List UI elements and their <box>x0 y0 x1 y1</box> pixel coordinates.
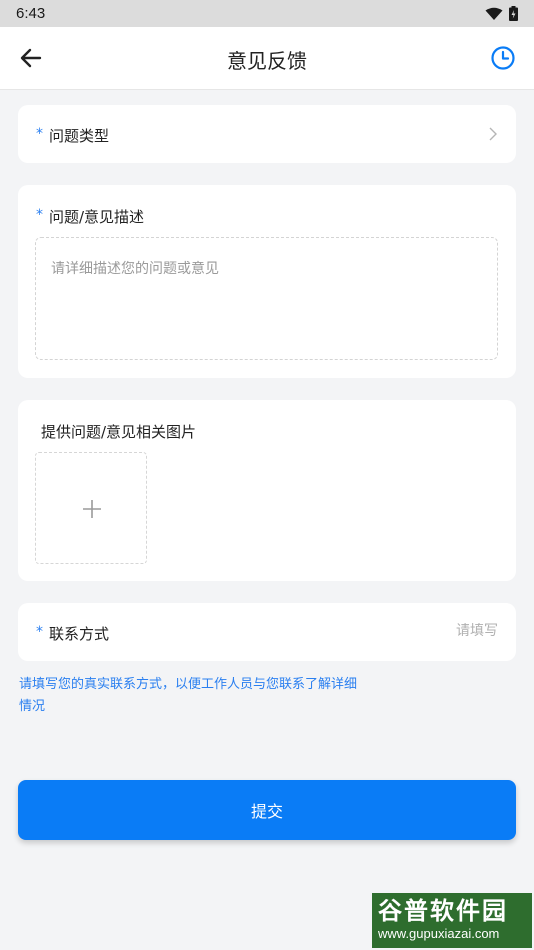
status-time: 6:43 <box>16 5 46 22</box>
problem-type-row: * 问题类型 <box>36 125 109 146</box>
contact-label: 联系方式 <box>49 625 110 643</box>
description-card: * 问题/意见描述 请详细描述您的问题或意见 <box>18 185 516 378</box>
image-upload-card: 提供问题/意见相关图片 <box>18 400 516 581</box>
required-mark: * <box>36 623 43 640</box>
wifi-icon <box>485 7 503 20</box>
required-mark: * <box>36 125 43 142</box>
plus-icon <box>83 500 101 518</box>
contact-hint: 请填写您的真实联系方式，以便工作人员与您联系了解详细情况 <box>19 677 358 714</box>
submit-button[interactable]: 提交 <box>18 780 516 840</box>
app-header: 意见反馈 <box>0 27 534 90</box>
contact-input[interactable] <box>298 623 498 639</box>
watermark-url: www.gupuxiazai.com <box>378 926 500 941</box>
page-title: 意见反馈 <box>227 49 307 73</box>
clock-icon[interactable] <box>490 45 516 71</box>
problem-type-label: 问题类型 <box>49 127 110 145</box>
description-row: * 问题/意见描述 <box>36 206 144 227</box>
status-bar: 6:43 <box>0 0 534 27</box>
status-icons <box>485 6 518 21</box>
watermark-logo: 谷普软件园 www.gupuxiazai.com <box>372 893 532 948</box>
chevron-right-icon <box>489 127 497 141</box>
contact-row: * 联系方式 <box>36 623 109 644</box>
watermark-title: 谷普软件园 <box>378 897 508 925</box>
problem-type-selector[interactable]: * 问题类型 <box>18 105 516 163</box>
required-mark: * <box>36 206 43 223</box>
add-image-button[interactable] <box>35 452 147 564</box>
battery-icon <box>509 6 518 21</box>
description-textarea[interactable]: 请详细描述您的问题或意见 <box>35 237 498 360</box>
description-label: 问题/意见描述 <box>49 208 145 226</box>
image-upload-label: 提供问题/意见相关图片 <box>41 423 197 441</box>
contact-card: * 联系方式 <box>18 603 516 661</box>
